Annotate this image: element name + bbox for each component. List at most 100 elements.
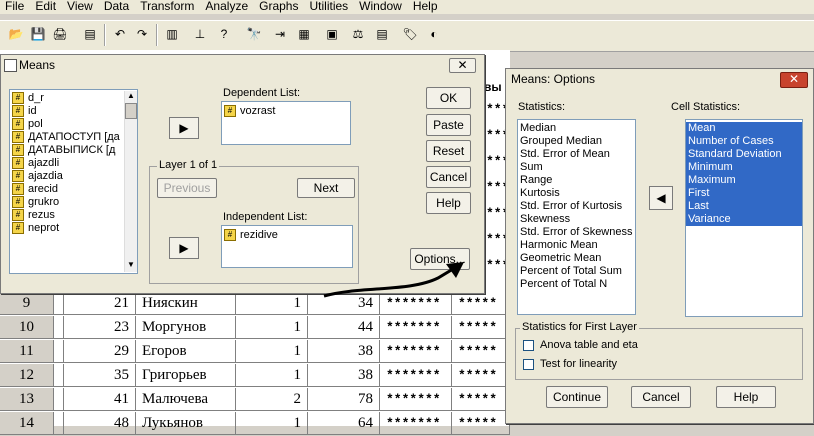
previous-layer-button[interactable]: Previous: [157, 178, 217, 198]
list-item[interactable]: # pol: [10, 118, 137, 131]
dialog-recall-icon[interactable]: ▤: [80, 24, 100, 44]
scroll-up-icon[interactable]: ▲: [125, 91, 137, 103]
cell-statistics-list[interactable]: Mean Number of Cases Standard Deviation Min…: [685, 119, 803, 317]
list-item[interactable]: Std. Error of Skewness: [518, 226, 635, 239]
move-to-dependent-button[interactable]: ▶: [169, 117, 199, 139]
list-item[interactable]: Standard Deviation: [686, 148, 802, 161]
options-close-button[interactable]: ✕: [780, 72, 808, 88]
use-sets-icon[interactable]: ◐: [424, 24, 444, 44]
list-item[interactable]: # grukro: [10, 196, 137, 209]
list-item[interactable]: Mean: [686, 122, 802, 135]
list-item[interactable]: # vozrast: [222, 105, 350, 118]
goto-chart-icon[interactable]: ▥: [162, 24, 182, 44]
anova-checkbox[interactable]: [523, 340, 534, 351]
grid-cell-name[interactable]: Егоров: [136, 340, 236, 363]
list-item[interactable]: Geometric Mean: [518, 252, 635, 265]
grid-cell-g[interactable]: 1: [236, 412, 308, 435]
list-item[interactable]: # arecid: [10, 183, 137, 196]
open-icon[interactable]: 📂: [6, 24, 26, 44]
list-item[interactable]: Median: [518, 122, 635, 135]
grid-cell-spacer[interactable]: [54, 412, 64, 435]
next-layer-button[interactable]: Next: [297, 178, 355, 198]
list-item[interactable]: # id: [10, 105, 137, 118]
grid-cell-c6[interactable]: *****: [452, 340, 510, 363]
grid-cell-c6[interactable]: *****: [452, 364, 510, 387]
grid-cell-id[interactable]: 21: [64, 292, 136, 315]
move-left-button[interactable]: ◀: [649, 186, 673, 210]
grid-cell-age[interactable]: 64: [308, 412, 380, 435]
undo-icon[interactable]: ↶: [110, 24, 130, 44]
list-item[interactable]: # rezidive: [222, 229, 352, 242]
menu-view[interactable]: View: [62, 0, 99, 14]
grid-cell-n[interactable]: 12: [0, 364, 54, 387]
grid-cell-c6[interactable]: *****: [452, 388, 510, 411]
grid-cell-g[interactable]: 1: [236, 340, 308, 363]
list-item[interactable]: # ajazdli: [10, 157, 137, 170]
menu-help[interactable]: Help: [408, 0, 444, 14]
grid-cell-n[interactable]: 9: [0, 292, 54, 315]
cancel-button[interactable]: Cancel: [426, 166, 471, 188]
grid-cell-n[interactable]: 10: [0, 316, 54, 339]
close-button[interactable]: ✕: [449, 58, 476, 73]
grid-cell-n[interactable]: 14: [0, 412, 54, 435]
grid-cell-g[interactable]: 2: [236, 388, 308, 411]
grid-cell-n[interactable]: 13: [0, 388, 54, 411]
list-item[interactable]: Maximum: [686, 174, 802, 187]
list-item[interactable]: Percent of Total N: [518, 278, 635, 291]
list-item[interactable]: # neprot: [10, 222, 137, 235]
means-titlebar[interactable]: Means ✕: [1, 55, 484, 75]
print-icon[interactable]: 🖨: [50, 24, 70, 44]
scroll-thumb[interactable]: [125, 103, 137, 119]
options-help-button[interactable]: Help: [716, 386, 776, 408]
grid-cell-name[interactable]: Нияскин: [136, 292, 236, 315]
ok-button[interactable]: OK: [426, 87, 471, 109]
grid-cell-c5[interactable]: *******: [380, 340, 452, 363]
list-item[interactable]: Percent of Total Sum: [518, 265, 635, 278]
menu-graphs[interactable]: Graphs: [254, 0, 304, 14]
weight-cases-icon[interactable]: ⚖: [348, 24, 368, 44]
value-labels-icon[interactable]: 🏷: [400, 24, 420, 44]
grid-cell-spacer[interactable]: [54, 388, 64, 411]
save-icon[interactable]: 💾: [28, 24, 48, 44]
select-cases-icon[interactable]: ▤: [372, 24, 392, 44]
list-item[interactable]: Std. Error of Kurtosis: [518, 200, 635, 213]
list-item[interactable]: Last: [686, 200, 802, 213]
grid-cell-g[interactable]: 1: [236, 364, 308, 387]
menu-window[interactable]: Window: [354, 0, 408, 14]
list-item[interactable]: # ДАТАВЫПИСК [д: [10, 144, 137, 157]
grid-cell-c5[interactable]: *******: [380, 388, 452, 411]
grid-cell-c6[interactable]: *****: [452, 316, 510, 339]
list-item[interactable]: # rezus: [10, 209, 137, 222]
grid-cell-c5[interactable]: *******: [380, 316, 452, 339]
grid-cell-age[interactable]: 44: [308, 316, 380, 339]
list-item[interactable]: Std. Error of Mean: [518, 148, 635, 161]
help-button[interactable]: Help: [426, 192, 471, 214]
grid-cell-id[interactable]: 48: [64, 412, 136, 435]
list-item[interactable]: # ajazdia: [10, 170, 137, 183]
grid-cell-n[interactable]: 11: [0, 340, 54, 363]
dependent-list[interactable]: # vozrast: [221, 101, 351, 145]
list-item[interactable]: Kurtosis: [518, 187, 635, 200]
list-item[interactable]: Number of Cases: [686, 135, 802, 148]
reset-button[interactable]: Reset: [426, 140, 471, 162]
grid-cell-age[interactable]: 78: [308, 388, 380, 411]
grid-cell-id[interactable]: 35: [64, 364, 136, 387]
grid-cell-spacer[interactable]: [54, 364, 64, 387]
grid-cell-spacer[interactable]: [54, 316, 64, 339]
grid-cell-g[interactable]: 1: [236, 316, 308, 339]
options-titlebar[interactable]: Means: Options ✕: [506, 69, 813, 89]
grid-cell-c5[interactable]: *******: [380, 364, 452, 387]
list-item[interactable]: # d_r: [10, 92, 137, 105]
insert-variable-icon[interactable]: ▦: [294, 24, 314, 44]
list-item[interactable]: Harmonic Mean: [518, 239, 635, 252]
grid-cell-c5[interactable]: *******: [380, 412, 452, 435]
statistics-list[interactable]: Median Grouped Median Std. Error of Mean Su…: [517, 119, 636, 315]
continue-button[interactable]: Continue: [546, 386, 608, 408]
list-item[interactable]: Range: [518, 174, 635, 187]
menu-utilities[interactable]: Utilities: [304, 0, 354, 14]
scroll-down-icon[interactable]: ▼: [125, 260, 137, 272]
menu-data[interactable]: Data: [99, 0, 135, 14]
list-item[interactable]: Grouped Median: [518, 135, 635, 148]
grid-cell-age[interactable]: 38: [308, 340, 380, 363]
goto-case-icon[interactable]: ⊥: [190, 24, 210, 44]
